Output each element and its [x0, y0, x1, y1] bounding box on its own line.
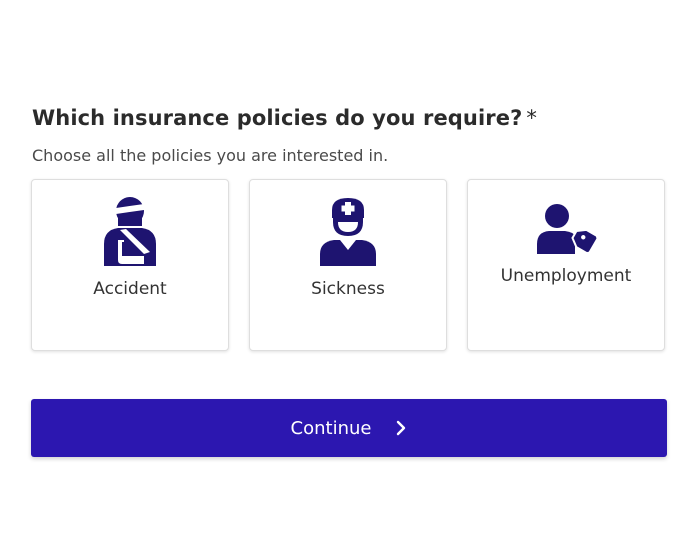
question-subtitle: Choose all the policies you are interest…: [32, 146, 389, 165]
nurse-icon: [320, 198, 376, 266]
option-label-sickness: Sickness: [311, 279, 385, 299]
option-label-unemployment: Unemployment: [500, 266, 632, 286]
question-title: Which insurance policies do you require?: [32, 106, 523, 130]
injured-person-icon: [104, 197, 156, 266]
continue-button-label: Continue: [290, 417, 372, 439]
option-card-unemployment[interactable]: Unemployment: [467, 179, 665, 351]
question-heading: Which insurance policies do you require?…: [32, 106, 537, 130]
chevron-right-icon: [397, 420, 406, 436]
policy-options: Accident Sickness Unemployment: [31, 179, 667, 353]
option-card-accident[interactable]: Accident: [31, 179, 229, 351]
option-label-accident: Accident: [93, 279, 167, 299]
required-marker: *: [526, 106, 537, 130]
option-card-sickness[interactable]: Sickness: [249, 179, 447, 351]
continue-button[interactable]: Continue: [31, 399, 667, 457]
person-tag-icon: [537, 204, 597, 254]
insurance-policy-page: Which insurance policies do you require?…: [0, 0, 690, 541]
